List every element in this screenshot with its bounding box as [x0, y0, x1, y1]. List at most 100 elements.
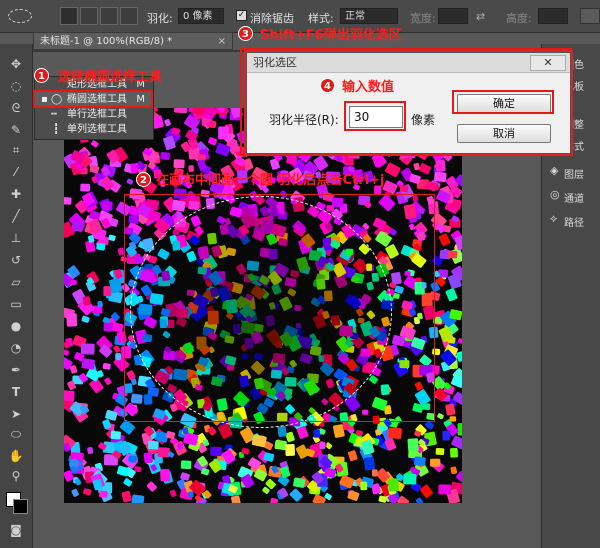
subtract-selection-button[interactable] — [100, 7, 118, 25]
height-input[interactable] — [538, 8, 568, 24]
channels-icon: ◎ — [550, 188, 560, 201]
clone-stamp-tool-icon[interactable]: ⊥ — [8, 230, 24, 246]
confetti-piece — [437, 269, 448, 278]
confetti-piece — [131, 494, 145, 503]
confetti-piece — [113, 345, 121, 353]
confetti-piece — [399, 185, 409, 193]
refine-edge-button[interactable] — [580, 8, 600, 24]
eyedropper-tool-icon[interactable]: ⁄ — [8, 164, 24, 180]
confetti-piece — [160, 151, 171, 161]
feather-input[interactable]: 0 像素 — [178, 8, 224, 24]
layers-icon: ◈ — [550, 164, 559, 177]
type-tool-icon[interactable]: T — [8, 384, 24, 400]
confetti-piece — [130, 163, 139, 173]
gradient-tool-icon[interactable]: ▭ — [8, 296, 24, 312]
dialog-close-button[interactable]: ✕ — [530, 55, 566, 71]
confetti-piece — [438, 484, 452, 495]
panel-paths-item[interactable]: 路径 — [564, 214, 584, 229]
new-selection-button[interactable] — [60, 7, 78, 25]
confetti-piece — [177, 442, 183, 450]
pen-tool-icon[interactable]: ✒ — [8, 362, 24, 378]
document-tab[interactable]: 未标题-1 @ 100%(RGB/8) * × — [33, 32, 233, 50]
move-tool-icon[interactable]: ✥ — [8, 56, 24, 72]
single-row-icon: ┅ — [51, 109, 58, 120]
flyout-item-single-row-marquee[interactable]: ┅ 单行选框工具 — [35, 107, 151, 122]
panel-channels-item[interactable]: 通道 — [564, 190, 584, 205]
brush-tool-icon[interactable]: ╱ — [8, 208, 24, 224]
width-input[interactable] — [438, 8, 468, 24]
confetti-piece — [450, 447, 458, 458]
confetti-piece — [445, 403, 456, 416]
zoom-tool-icon[interactable]: ⚲ — [8, 468, 24, 484]
confetti-piece — [146, 481, 157, 492]
confetti-piece — [169, 489, 177, 498]
marquee-tool-flyout: 矩形选框工具 M ▪ ◯ 椭圆选框工具 M ┅ 单行选框工具 ┇ 单列选框工具 — [34, 76, 154, 140]
confetti-piece — [128, 455, 137, 463]
shape-tool-icon[interactable]: ⬭ — [8, 426, 24, 442]
confetti-piece — [89, 165, 100, 174]
crop-tool-icon[interactable]: ⌗ — [8, 142, 24, 158]
confetti-piece — [80, 343, 95, 355]
confetti-piece — [277, 425, 287, 437]
path-selection-tool-icon[interactable]: ➤ — [8, 406, 24, 422]
confetti-piece — [69, 459, 79, 468]
dodge-tool-icon[interactable]: ◔ — [8, 340, 24, 356]
confetti-piece — [270, 497, 279, 503]
confetti-piece — [420, 484, 433, 498]
confetti-piece — [388, 478, 399, 492]
document-tab-title: 未标题-1 @ 100%(RGB/8) * — [40, 36, 173, 47]
confetti-piece — [123, 478, 133, 487]
step2-annotation: 在画布中间画一个圆 羽化后点击Ctrl+j — [156, 173, 385, 188]
confetti-piece — [83, 488, 92, 496]
confetti-piece — [210, 446, 222, 457]
confetti-piece — [208, 137, 218, 146]
confetti-piece — [80, 183, 91, 192]
confetti-piece — [180, 460, 192, 470]
marquee-tool-preset-icon[interactable] — [8, 9, 32, 23]
add-selection-button[interactable] — [80, 7, 98, 25]
confetti-piece — [448, 250, 458, 259]
confetti-piece — [81, 358, 95, 370]
hand-tool-icon[interactable]: ✋ — [8, 448, 24, 464]
healing-brush-tool-icon[interactable]: ✚ — [8, 186, 24, 202]
confetti-piece — [418, 163, 432, 175]
step3-annotation: Shift+F6弹出羽化选区 — [260, 28, 402, 43]
confetti-piece — [121, 490, 132, 503]
elliptical-marquee-tool-icon[interactable]: ◌ — [8, 78, 24, 94]
history-brush-tool-icon[interactable]: ↺ — [8, 252, 24, 268]
confetti-piece — [126, 178, 134, 185]
step3-number-badge: 3 — [238, 26, 253, 41]
flyout-item-single-column-marquee[interactable]: ┇ 单列选框工具 — [35, 122, 151, 137]
confetti-piece — [110, 431, 121, 440]
blur-tool-icon[interactable]: ● — [8, 318, 24, 334]
confetti-piece — [101, 201, 113, 211]
confetti-piece — [449, 416, 457, 422]
lasso-tool-icon[interactable]: ᘓ — [8, 100, 24, 116]
close-tab-icon[interactable]: × — [218, 33, 226, 51]
confetti-piece — [371, 469, 378, 477]
confetti-piece — [435, 448, 445, 455]
confetti-piece — [70, 279, 77, 286]
swap-icon[interactable]: ⇄ — [476, 10, 485, 23]
paths-icon: ⟡ — [550, 212, 558, 225]
background-color-swatch[interactable] — [13, 499, 28, 514]
confetti-piece — [360, 481, 368, 491]
confetti-piece — [438, 233, 451, 247]
confetti-piece — [319, 441, 326, 450]
style-select[interactable]: 正常 — [340, 8, 398, 24]
antialias-checkbox[interactable]: ✓ — [236, 10, 247, 21]
confetti-piece — [188, 491, 194, 498]
step1-number-badge: 1 — [34, 68, 49, 83]
intersect-selection-button[interactable] — [120, 7, 138, 25]
panel-layers-item[interactable]: 图层 — [564, 166, 584, 181]
confetti-piece — [174, 108, 188, 114]
confetti-piece — [104, 377, 112, 385]
feather-unit-label: 像素 — [411, 113, 436, 127]
confetti-piece — [442, 430, 451, 441]
confetti-piece — [64, 390, 75, 402]
quick-selection-tool-icon[interactable]: ✎ — [8, 122, 24, 138]
quick-mask-icon[interactable]: ◙ — [8, 522, 24, 538]
cancel-button[interactable]: 取消 — [457, 124, 551, 143]
confetti-piece — [415, 497, 424, 503]
eraser-tool-icon[interactable]: ▱ — [8, 274, 24, 290]
